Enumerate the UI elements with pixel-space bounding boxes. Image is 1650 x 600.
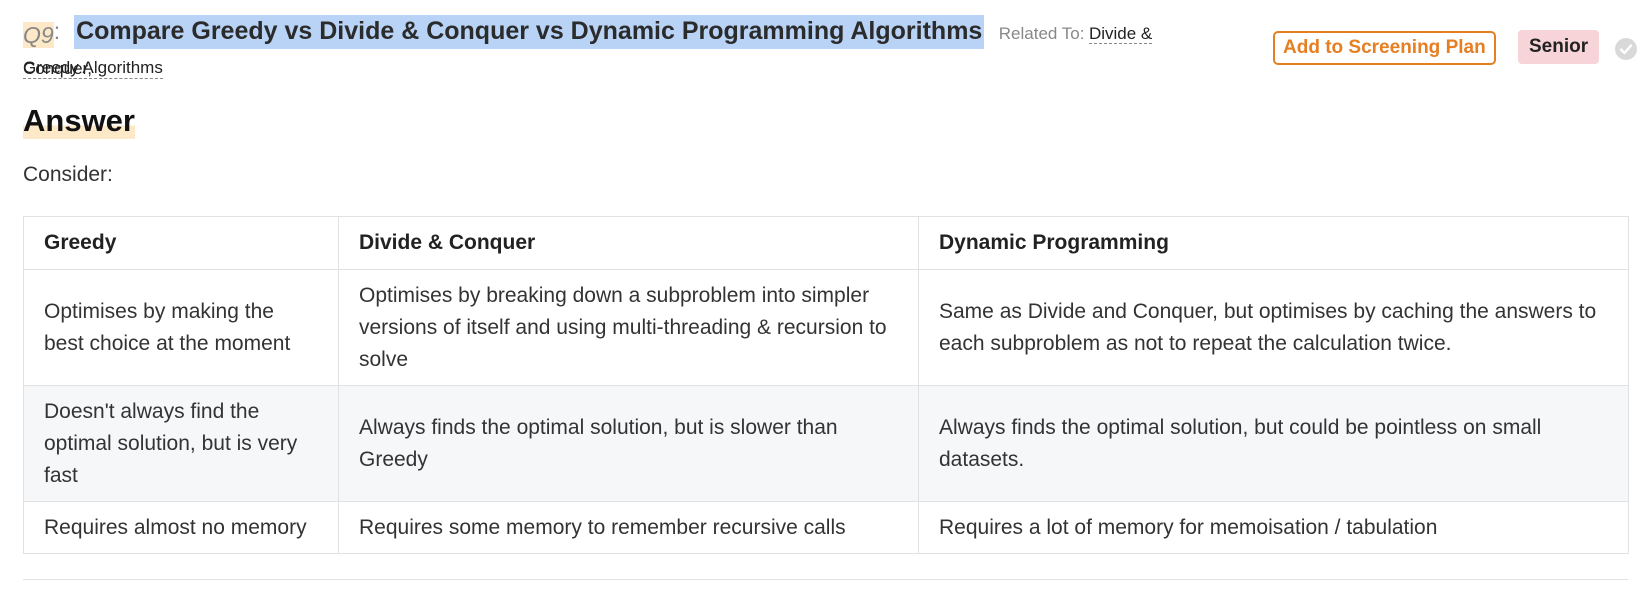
question-number: Q9 xyxy=(23,21,54,48)
table-row: Optimises by making the best choice at t… xyxy=(23,269,1629,386)
level-badge: Senior xyxy=(1518,30,1600,64)
answer-heading: Answer xyxy=(23,103,135,139)
header-dynamic-programming: Dynamic Programming xyxy=(918,216,1629,270)
table-cell: Requires a lot of memory for memoisation… xyxy=(918,501,1629,554)
table-cell: Requires almost no memory xyxy=(23,501,339,554)
comparison-table: Greedy Divide & Conquer Dynamic Programm… xyxy=(23,216,1629,554)
question-title[interactable]: Compare Greedy vs Divide & Conquer vs Dy… xyxy=(74,15,985,49)
header-greedy: Greedy xyxy=(23,216,339,270)
related-label: Related To: xyxy=(998,24,1085,43)
table-cell: Optimises by making the best choice at t… xyxy=(23,269,339,386)
header-divide-conquer: Divide & Conquer xyxy=(338,216,919,270)
section-divider xyxy=(23,579,1628,580)
check-mark-icon xyxy=(1619,44,1633,55)
table-row: Requires almost no memory Requires some … xyxy=(23,501,1629,554)
answer-intro: Consider: xyxy=(23,163,113,186)
table-cell: Always finds the optimal solution, but i… xyxy=(338,385,919,502)
question-line: Q9: Compare Greedy vs Divide & Conquer vs… xyxy=(23,14,1213,87)
table-cell: Optimises by breaking down a subproblem … xyxy=(338,269,919,386)
question-header: Q9: Compare Greedy vs Divide & Conquer vs… xyxy=(23,10,1637,87)
table-row: Doesn't always find the optimal solution… xyxy=(23,385,1629,502)
table-cell: Same as Divide and Conquer, but optimise… xyxy=(918,269,1629,386)
question-separator: : xyxy=(53,18,61,44)
related-link-greedy-algorithms[interactable]: Greedy Algorithms xyxy=(23,58,163,79)
table-cell: Doesn't always find the optimal solution… xyxy=(23,385,339,502)
check-circle-icon[interactable] xyxy=(1615,38,1637,60)
table-cell: Requires some memory to remember recursi… xyxy=(338,501,919,554)
add-to-screening-plan-button[interactable]: Add to Screening Plan xyxy=(1273,31,1496,65)
table-cell: Always finds the optimal solution, but c… xyxy=(918,385,1629,502)
table-header-row: Greedy Divide & Conquer Dynamic Programm… xyxy=(23,216,1629,270)
